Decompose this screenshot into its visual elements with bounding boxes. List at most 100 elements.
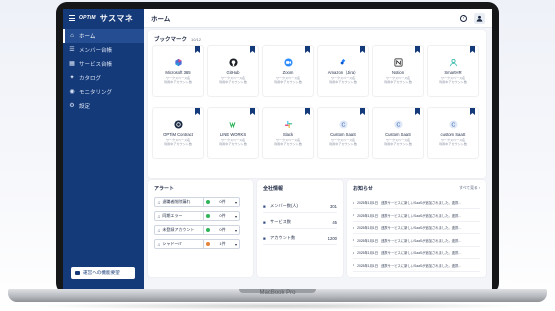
bookmark-accounts: 利用中アカウント数 [329,80,357,84]
stat-value: 45 [332,219,337,225]
news-item[interactable]: • 2025年1月1日 連携サービスに新しいSaaSが追加されました。連携... [353,260,480,272]
alert-title: アラート [154,186,175,192]
alert-row[interactable]: ♫ 同期エラー 0件 ▾ [154,211,240,221]
stat-icon: ■ [263,235,266,241]
stat-value: 1200 [327,235,337,241]
bookmark-service-name: Notion [391,70,405,75]
bookmark-flag-icon[interactable] [195,108,200,115]
bookmark-count: 10/12 [191,37,202,42]
bookmark-flag-icon[interactable] [360,46,365,53]
bookmark-card[interactable]: Microsoft 365 ワークスペース名 利用中アカウント数 [153,46,203,96]
bookmark-card[interactable]: GitHub ワークスペース名 利用中アカウント数 [208,46,258,96]
bookmark-accounts: 利用中アカウント数 [274,142,302,146]
bookmark-flag-icon[interactable] [250,108,255,115]
status-dot [206,242,210,246]
sidebar-nav: ⌂ ホーム ☰ メンバー台帳 ▦ サービス台帳 ✦ カタログ ◉ モニタリング ⚙ 設定 [63,29,144,113]
people-icon: ☰ [69,47,75,53]
bookmark-accounts: 利用中アカウント数 [439,80,467,84]
bookmark-service-name: OPTiM Contract [163,132,193,137]
device-label: MacBook Pro [259,290,296,296]
news-item[interactable]: • 2025年1月1日 連携サービスに新しいSaaSが追加されました。連携... [353,197,480,209]
company-info-row: ■ サービス数 45 [263,216,337,229]
news-date: 2025年1月1日 [357,251,379,255]
bookmark-card[interactable]: C Custom SaaS ワークスペース名 利用中アカウント数 [373,108,423,158]
bookmark-card[interactable]: Slack ワークスペース名 利用中アカウント数 [263,108,313,158]
news-item[interactable]: • 2025年1月1日 連携サービスに新しいSaaSが追加されました。連携... [353,235,480,247]
bookmark-accounts: 利用中アカウント数 [164,80,192,84]
bookmark-flag-icon[interactable] [250,46,255,53]
sidebar-item-0[interactable]: ⌂ ホーム [63,29,144,43]
news-title: お知らせ [353,186,373,192]
menu-icon[interactable] [69,15,75,21]
catalog-icon: ✦ [69,75,75,81]
app-screen: OPTiM サスマネ ⌂ ホーム ☰ メンバー台帳 ▦ サービス台帳 ✦ カタログ ◉ モニタリン… [63,9,492,289]
news-item[interactable]: • 2025年1月1日 連携サービスに新しいSaaSが追加されました。連携... [353,247,480,259]
bookmark-flag-icon[interactable] [415,46,420,53]
alert-row[interactable]: ♫ 未登録アカウント 0件 ▾ [154,225,240,235]
stat-icon: ■ [263,203,266,209]
page-title: ホーム [151,16,171,23]
bookmark-flag-icon[interactable] [470,46,475,53]
sidebar-item-label: 設定 [79,104,91,110]
bookmark-card[interactable]: LINE WORKS ワークスペース名 利用中アカウント数 [208,108,258,158]
alert-count: 0件 [219,227,226,232]
bookmark-card[interactable]: SmartHR ワークスペース名 利用中アカウント数 [428,46,478,96]
news-text: 連携サービスに新しいSaaSが追加されました。連携... [381,238,462,243]
bookmark-service-name: Slack [282,132,294,137]
help-icon[interactable]: ? [460,14,467,22]
news-item[interactable]: • 2025年1月1日 連携サービスに新しいSaaSが追加されました。連携... [353,210,480,222]
bookmark-accounts: 利用中アカウント数 [164,142,192,146]
alert-label: 退職者削除漏れ [162,199,191,204]
bookmark-card[interactable]: Amazon（Jira） ワークスペース名 利用中アカウント数 [318,46,368,96]
bookmark-service-name: GitHub [226,70,240,75]
alert-label: 同期エラー [162,213,183,218]
svg-text:C: C [341,122,345,128]
sidebar-item-2[interactable]: ▦ サービス台帳 [63,57,144,71]
bookmark-accounts: 利用中アカウント数 [384,142,412,146]
news-date: 2025年1月1日 [357,201,379,205]
sidebar-item-3[interactable]: ✦ カタログ [63,71,144,85]
sidebar-item-5[interactable]: ⚙ 設定 [63,99,144,113]
bookmark-flag-icon[interactable] [305,46,310,53]
alert-row[interactable]: ♫ シャドーIT 1件 ▾ [154,239,240,249]
bookmark-accounts: 利用中アカウント数 [329,142,357,146]
bookmark-accounts: 利用中アカウント数 [274,80,302,84]
bookmark-accounts: 利用中アカウント数 [384,80,412,84]
app-name: サスマネ [99,13,134,23]
news-date: 2025年1月1日 [357,226,379,230]
sidebar-item-1[interactable]: ☰ メンバー台帳 [63,43,144,57]
bookmark-flag-icon[interactable] [360,108,365,115]
feature-request-label: 運営への機能要望 [83,270,120,275]
news-item[interactable]: • 2025年1月1日 連携サービスに新しいSaaSが追加されました。連携... [353,222,480,234]
company-info-row: ■ アカウント数 1200 [263,232,337,245]
news-text: 連携サービスに新しいSaaSが追加されました。連携... [381,226,462,230]
main-content: ホーム ? ブックマーク 10/12 Microsoft 365 ワークスペース名… [144,9,492,289]
bell-icon: ♫ [157,213,161,219]
feature-request-button[interactable]: 運営への機能要望 [71,267,135,279]
bookmark-accounts: 利用中アカウント数 [439,142,467,146]
bookmark-card[interactable]: Ccustom SaaS ワークスペース名 利用中アカウント数 [428,108,478,158]
custom-saas-icon: C [393,119,403,129]
alert-row[interactable]: ♫ 退職者削除漏れ 0件 ▾ [154,197,240,207]
chevron-down-icon: ▾ [234,199,237,205]
sidebar-item-4[interactable]: ◉ モニタリング [63,85,144,99]
bookmark-flag-icon[interactable] [195,46,200,53]
bookmark-flag-icon[interactable] [415,108,420,115]
bookmark-flag-icon[interactable] [470,108,475,115]
home-icon: ⌂ [70,33,74,39]
bookmark-service-name: SmartHR [444,70,462,75]
chevron-down-icon: ▾ [234,227,237,233]
news-see-all-link[interactable]: すべて見る › [459,186,480,191]
bookmark-flag-icon[interactable] [305,108,310,115]
news-text: 連携サービスに新しいSaaSが追加されました。連携... [381,201,462,205]
bookmark-card[interactable]: OPTiM Contract ワークスペース名 利用中アカウント数 [153,108,203,158]
services-icon: ▦ [69,61,75,67]
bookmark-card[interactable]: Zoom ワークスペース名 利用中アカウント数 [263,46,313,96]
bookmark-card[interactable]: C Custom SaaS ワークスペース名 利用中アカウント数 [318,108,368,158]
alert-panel: アラート ♫ 退職者削除漏れ 0件 ▾ ♫ 同期エラー 0件 ▾ ♫ 未登録アカウント 0件 ▾ ♫ シャ… [148,180,253,277]
custom-saas-icon: C [448,119,458,129]
sidebar-header: OPTiM サスマネ [63,9,144,27]
user-menu-button[interactable] [474,12,485,24]
bookmark-card[interactable]: Notion ワークスペース名 利用中アカウント数 [373,46,423,96]
chevron-down-icon: ▾ [234,241,237,247]
